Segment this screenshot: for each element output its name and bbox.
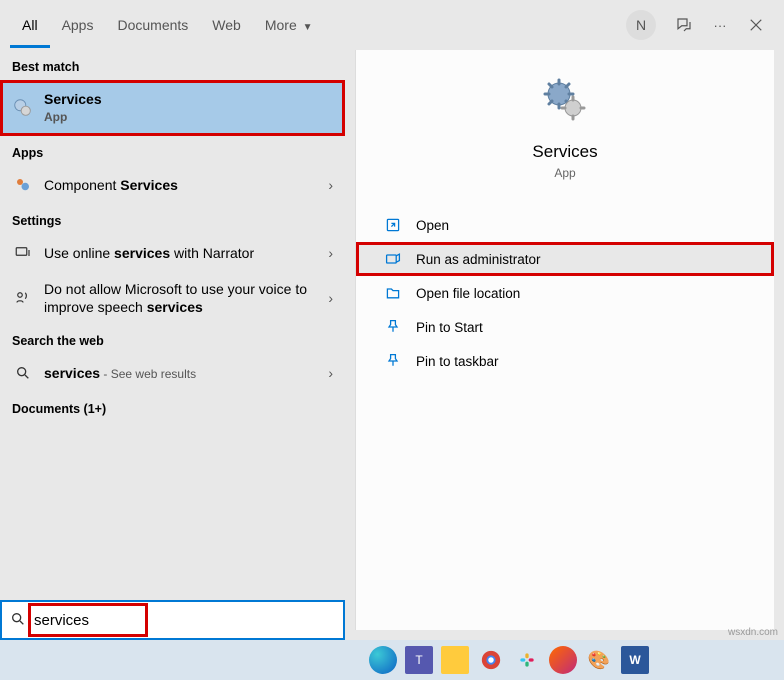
search-icon xyxy=(10,611,28,630)
taskbar: T 🎨 W xyxy=(0,640,784,680)
tab-apps[interactable]: Apps xyxy=(50,3,106,48)
search-icon xyxy=(12,362,34,384)
search-tabs: All Apps Documents Web More ▼ N ··· xyxy=(0,0,784,50)
open-icon xyxy=(384,216,402,234)
admin-shield-icon xyxy=(384,250,402,268)
tab-documents[interactable]: Documents xyxy=(105,3,200,48)
action-pin-start-label: Pin to Start xyxy=(416,320,483,335)
best-match-sub: App xyxy=(44,108,333,126)
component-services-icon xyxy=(12,174,34,196)
section-web: Search the web xyxy=(0,324,345,354)
search-bar[interactable] xyxy=(0,600,345,640)
folder-icon xyxy=(384,284,402,302)
action-pin-start[interactable]: Pin to Start xyxy=(356,310,774,344)
feedback-icon[interactable] xyxy=(674,15,694,35)
pin-taskbar-icon xyxy=(384,352,402,370)
apps-item-pre: Component xyxy=(44,177,120,193)
tab-all[interactable]: All xyxy=(10,3,50,48)
web-item-post: - See web results xyxy=(100,367,196,381)
web-item-services[interactable]: services - See web results › xyxy=(0,354,345,392)
action-open-location[interactable]: Open file location xyxy=(356,276,774,310)
best-match-item[interactable]: Services App xyxy=(0,80,345,136)
action-open-location-label: Open file location xyxy=(416,286,520,301)
section-settings: Settings xyxy=(0,204,345,234)
action-run-admin-label: Run as administrator xyxy=(416,252,541,267)
chevron-right-icon: › xyxy=(328,365,333,381)
speech-icon xyxy=(12,287,34,309)
chevron-right-icon: › xyxy=(328,245,333,261)
chevron-down-icon: ▼ xyxy=(303,22,313,33)
taskbar-app-icon[interactable] xyxy=(549,646,577,674)
taskbar-teams-icon[interactable]: T xyxy=(405,646,433,674)
section-apps: Apps xyxy=(0,136,345,166)
taskbar-edge-icon[interactable] xyxy=(369,646,397,674)
chevron-right-icon: › xyxy=(328,177,333,193)
narrator-icon xyxy=(12,242,34,264)
action-run-admin[interactable]: Run as administrator xyxy=(356,242,774,276)
settings-item-narrator[interactable]: Use online services with Narrator › xyxy=(0,234,345,272)
web-item-hl: services xyxy=(44,365,100,381)
settings-item-speech[interactable]: Do not allow Microsoft to use your voice… xyxy=(0,272,345,324)
detail-hero: Services App xyxy=(356,76,774,208)
settings2-hl: services xyxy=(147,299,203,315)
settings1-pre: Use online xyxy=(44,245,114,261)
taskbar-slack-icon[interactable] xyxy=(513,646,541,674)
services-hero-icon xyxy=(541,76,589,124)
watermark: wsxdn.com xyxy=(728,627,778,638)
best-match-title: Services xyxy=(44,90,333,108)
taskbar-file-explorer-icon[interactable] xyxy=(441,646,469,674)
results-column: Best match Services App Apps Component S… xyxy=(0,0,345,630)
settings1-post: with Narrator xyxy=(170,245,254,261)
action-open[interactable]: Open xyxy=(356,208,774,242)
taskbar-paint-icon[interactable]: 🎨 xyxy=(585,646,613,674)
user-avatar[interactable]: N xyxy=(626,10,656,40)
taskbar-chrome-icon[interactable] xyxy=(477,646,505,674)
close-icon[interactable] xyxy=(746,15,766,35)
pin-start-icon xyxy=(384,318,402,336)
settings1-hl: services xyxy=(114,245,170,261)
taskbar-word-icon[interactable]: W xyxy=(621,646,649,674)
action-pin-taskbar[interactable]: Pin to taskbar xyxy=(356,344,774,378)
action-open-label: Open xyxy=(416,218,449,233)
action-pin-taskbar-label: Pin to taskbar xyxy=(416,354,499,369)
search-input[interactable] xyxy=(34,612,335,629)
detail-pane: Services App Open Run as administrator O… xyxy=(355,50,774,630)
apps-item-component-services[interactable]: Component Services › xyxy=(0,166,345,204)
tab-more-label: More xyxy=(265,17,297,33)
detail-title: Services xyxy=(532,142,597,162)
tab-more[interactable]: More ▼ xyxy=(253,3,325,48)
chevron-right-icon: › xyxy=(328,290,333,306)
tab-web[interactable]: Web xyxy=(200,3,253,48)
apps-item-hl: Services xyxy=(120,177,178,193)
services-gear-icon xyxy=(12,97,34,119)
more-options-icon[interactable]: ··· xyxy=(710,15,730,35)
section-best-match: Best match xyxy=(0,50,345,80)
detail-sub: App xyxy=(554,166,575,180)
section-documents: Documents (1+) xyxy=(0,392,345,422)
